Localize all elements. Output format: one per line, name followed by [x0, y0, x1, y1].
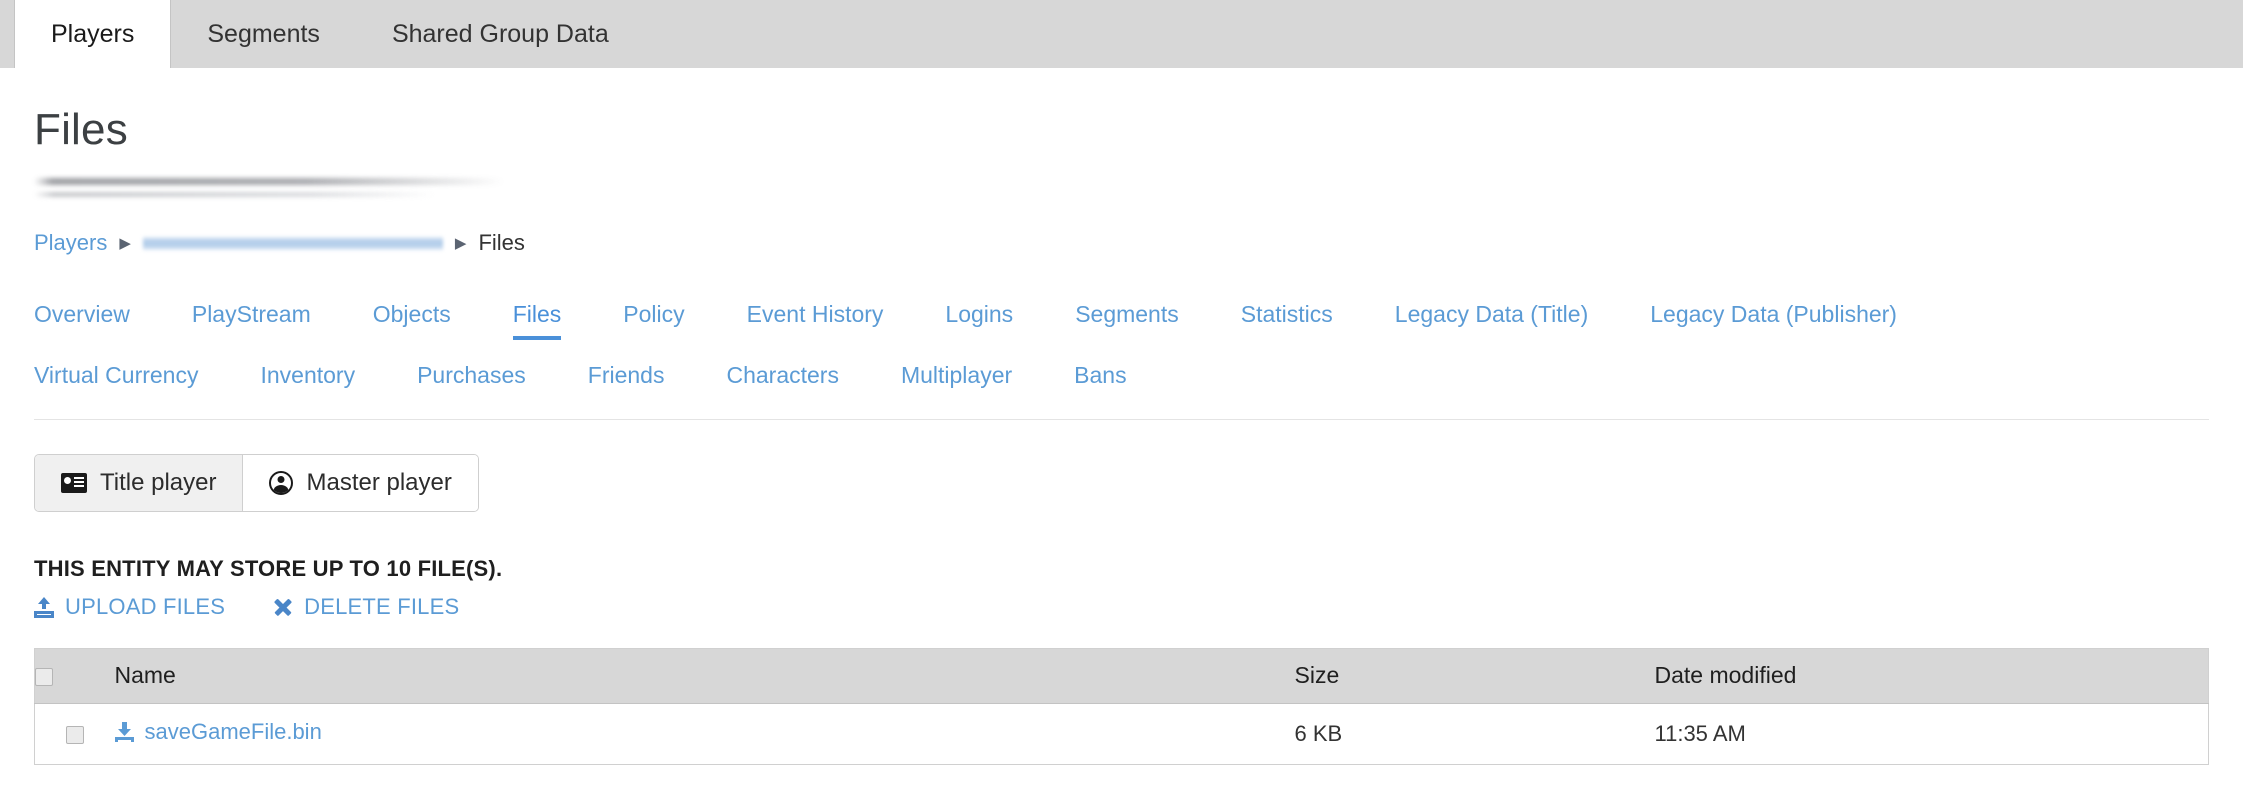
redacted-subtitle-line-secondary [34, 192, 434, 198]
subnav-item-multiplayer[interactable]: Multiplayer [901, 346, 1012, 407]
master-player-label: Master player [306, 469, 452, 497]
upload-icon [34, 596, 54, 618]
subnav-item-logins[interactable]: Logins [945, 285, 1013, 346]
files-table: Name Size Date modified saveGameFile.bin… [34, 648, 2209, 766]
subnav-item-statistics[interactable]: Statistics [1241, 285, 1333, 346]
title-player-button[interactable]: Title player [35, 455, 243, 512]
tab-segments[interactable]: Segments [171, 0, 356, 68]
column-header-date-modified[interactable]: Date modified [1654, 648, 2209, 705]
download-icon [114, 722, 134, 743]
delete-files-button[interactable]: DELETE FILES [273, 594, 459, 620]
breadcrumb-separator-icon-2: ▶ [454, 234, 467, 252]
redacted-subtitle-line [34, 178, 504, 186]
subnav-item-event-history[interactable]: Event History [747, 285, 884, 346]
subnav-row-2: Virtual Currency Inventory Purchases Fri… [34, 346, 2209, 407]
subnav-item-legacy-data-title[interactable]: Legacy Data (Title) [1395, 285, 1588, 346]
file-actions-row: UPLOAD FILES DELETE FILES [34, 594, 2209, 620]
files-table-header: Name Size Date modified [34, 648, 2209, 705]
row-select-cell [34, 703, 115, 765]
breadcrumb-item-players[interactable]: Players [34, 230, 107, 256]
files-table-header-row: Name Size Date modified [34, 648, 2209, 705]
tab-players[interactable]: Players [14, 0, 172, 68]
subnav-item-virtual-currency[interactable]: Virtual Currency [34, 346, 198, 407]
subnav-item-legacy-data-publisher[interactable]: Legacy Data (Publisher) [1650, 285, 1897, 346]
file-quota-text: THIS ENTITY MAY STORE UP TO 10 FILE(S). [34, 556, 503, 582]
id-card-icon [61, 473, 87, 494]
breadcrumb-item-current: Files [478, 230, 525, 256]
section-divider [34, 419, 2209, 421]
page-content: Files Players ▶ ▶ Files Overview PlayStr… [0, 68, 2243, 766]
subnav-item-friends[interactable]: Friends [588, 346, 665, 407]
row-date-modified-cell: 11:35 AM [1654, 703, 2209, 765]
breadcrumb-item-redacted[interactable] [142, 235, 443, 251]
breadcrumb: Players ▶ ▶ Files [34, 229, 2209, 257]
select-all-checkbox[interactable] [35, 668, 53, 687]
subnav-item-files[interactable]: Files [512, 285, 561, 346]
column-header-name[interactable]: Name [114, 648, 1295, 705]
delete-files-label: DELETE FILES [304, 594, 460, 620]
page-title: Files [34, 105, 128, 154]
row-checkbox[interactable] [65, 726, 84, 745]
subnav-item-inventory[interactable]: Inventory [260, 346, 355, 407]
subnav-item-characters[interactable]: Characters [726, 346, 838, 407]
subnav-item-bans[interactable]: Bans [1074, 346, 1126, 407]
master-player-button[interactable]: Master player [242, 455, 478, 512]
upload-files-label: UPLOAD FILES [65, 594, 226, 620]
subnav-item-objects[interactable]: Objects [373, 285, 451, 346]
tab-shared-group-data[interactable]: Shared Group Data [356, 0, 645, 68]
file-name-label: saveGameFile.bin [144, 719, 322, 745]
x-icon [273, 597, 293, 617]
subnav-row-1: Overview PlayStream Objects Files Policy… [34, 285, 2209, 346]
subnav-item-playstream[interactable]: PlayStream [192, 285, 311, 346]
column-header-size[interactable]: Size [1294, 648, 1655, 705]
select-all-header [34, 648, 115, 705]
breadcrumb-separator-icon: ▶ [119, 234, 131, 252]
upload-files-button[interactable]: UPLOAD FILES [34, 594, 225, 620]
person-circle-icon [269, 471, 294, 496]
top-tab-bar: Players Segments Shared Group Data [0, 0, 2243, 68]
subnav-item-policy[interactable]: Policy [623, 285, 684, 346]
title-player-label: Title player [100, 469, 217, 497]
files-table-body: saveGameFile.bin 6 KB 11:35 AM [34, 703, 2209, 765]
subnav-item-purchases[interactable]: Purchases [417, 346, 526, 407]
file-download-link[interactable]: saveGameFile.bin [114, 719, 322, 745]
subnav-item-overview[interactable]: Overview [34, 285, 130, 346]
row-name-cell: saveGameFile.bin [114, 703, 1295, 765]
row-size-cell: 6 KB [1294, 703, 1655, 765]
player-type-toggle: Title player Master player [34, 454, 479, 513]
table-row[interactable]: saveGameFile.bin 6 KB 11:35 AM [34, 703, 2209, 765]
subnav-item-segments[interactable]: Segments [1075, 285, 1179, 346]
